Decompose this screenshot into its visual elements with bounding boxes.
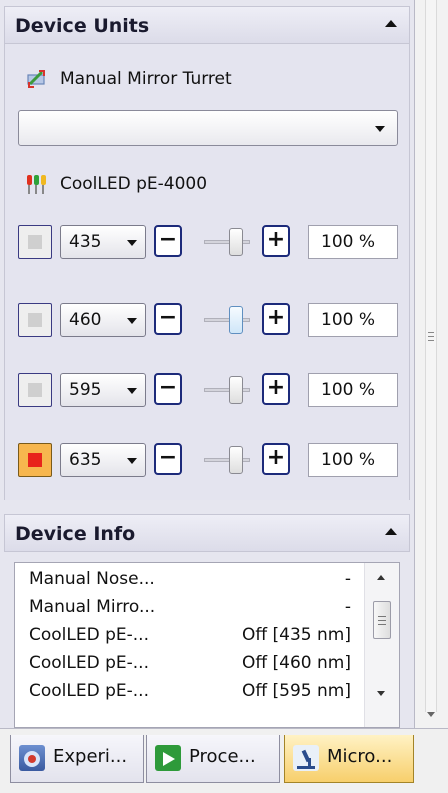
decrease-button[interactable]: − <box>154 373 182 405</box>
increase-button[interactable]: + <box>262 373 290 405</box>
chevron-down-icon <box>127 318 137 324</box>
device-name: CoolLED pE-... <box>29 653 149 673</box>
led-channel-row: 460 − + 100 % <box>18 300 402 340</box>
wavelength-dropdown[interactable]: 635 <box>60 443 146 477</box>
intensity-slider-track[interactable] <box>204 240 250 244</box>
scroll-up-arrow-icon[interactable] <box>377 575 385 580</box>
device-info-title: Device Info <box>15 523 136 545</box>
scroll-down-arrow-icon[interactable] <box>377 691 385 696</box>
collapse-arrow-icon[interactable] <box>385 528 397 535</box>
device-units-header[interactable]: Device Units <box>4 6 410 44</box>
wavelength-value: 635 <box>69 450 102 470</box>
turret-device-row: Manual Mirror Turret <box>26 68 232 90</box>
device-name: CoolLED pE-... <box>29 625 149 645</box>
intensity-slider-track[interactable] <box>204 458 250 462</box>
led-source-icon <box>27 175 46 194</box>
list-item: Manual Mirro... - <box>29 597 351 623</box>
wavelength-value: 435 <box>69 232 102 252</box>
wavelength-value: 595 <box>69 380 102 400</box>
device-info-list: Manual Nose... - Manual Mirro... - CoolL… <box>14 562 400 728</box>
chevron-down-icon <box>127 388 137 394</box>
channel-toggle[interactable] <box>18 373 52 407</box>
list-item: CoolLED pE-... Off [435 nm] <box>29 625 351 651</box>
led-source-label: CoolLED pE-4000 <box>60 174 208 194</box>
scrollbar-thumb[interactable] <box>373 601 391 639</box>
intensity-slider-thumb[interactable] <box>229 306 244 334</box>
device-name: CoolLED pE-... <box>29 681 149 701</box>
intensity-slider-thumb[interactable] <box>229 228 244 256</box>
device-status: Off [435 nm] <box>242 625 351 645</box>
list-item: CoolLED pE-... Off [595 nm] <box>29 681 351 707</box>
bottom-tab-bar: Experi... Proce... Micro... <box>0 728 448 793</box>
device-info-header[interactable]: Device Info <box>4 514 410 552</box>
decrease-button[interactable]: − <box>154 443 182 475</box>
increase-button[interactable]: + <box>262 303 290 335</box>
led-device-row: CoolLED pE-4000 <box>26 172 207 196</box>
chevron-down-icon <box>127 458 137 464</box>
play-icon <box>155 745 181 771</box>
device-status: - <box>344 569 351 589</box>
device-status: Off [595 nm] <box>242 681 351 701</box>
led-channel-row: 435 − + 100 % <box>18 222 402 262</box>
tab-label: Experi... <box>53 746 128 767</box>
channel-toggle-on[interactable] <box>18 443 52 477</box>
intensity-field[interactable]: 100 % <box>308 443 398 477</box>
increase-button[interactable]: + <box>262 443 290 475</box>
intensity-field[interactable]: 100 % <box>308 225 398 259</box>
led-channel-row: 595 − + 100 % <box>18 370 402 410</box>
side-strip <box>415 0 448 728</box>
microscope-icon <box>293 745 319 771</box>
device-panel: Device Units Manual Mirror Turret CoolLE… <box>0 0 415 728</box>
tab-experiment[interactable]: Experi... <box>10 735 144 783</box>
device-units-title: Device Units <box>15 15 150 37</box>
intensity-field[interactable]: 100 % <box>308 303 398 337</box>
tab-procedure[interactable]: Proce... <box>146 735 280 783</box>
led-channel-row: 635 − + 100 % <box>18 440 402 480</box>
panel-splitter[interactable] <box>425 0 437 712</box>
wavelength-dropdown[interactable]: 595 <box>60 373 146 407</box>
intensity-slider-track[interactable] <box>204 388 250 392</box>
device-name: Manual Mirro... <box>29 597 156 617</box>
device-status: Off [460 nm] <box>242 653 351 673</box>
tab-microscope[interactable]: Micro... <box>284 735 414 783</box>
turret-position-dropdown[interactable] <box>18 110 398 146</box>
device-status: - <box>344 597 351 617</box>
chevron-down-icon <box>127 240 137 246</box>
intensity-field[interactable]: 100 % <box>308 373 398 407</box>
decrease-button[interactable]: − <box>154 225 182 257</box>
increase-button[interactable]: + <box>262 225 290 257</box>
tab-label: Proce... <box>189 746 256 767</box>
experiment-icon <box>19 745 45 771</box>
turret-icon <box>27 70 45 88</box>
collapse-arrow-icon[interactable] <box>385 20 397 27</box>
intensity-slider-thumb[interactable] <box>229 446 244 474</box>
turret-label: Manual Mirror Turret <box>60 69 232 89</box>
info-scrollbar[interactable] <box>364 563 399 727</box>
wavelength-dropdown[interactable]: 460 <box>60 303 146 337</box>
list-item: Manual Nose... - <box>29 569 351 595</box>
wavelength-dropdown[interactable]: 435 <box>60 225 146 259</box>
channel-toggle[interactable] <box>18 225 52 259</box>
channel-toggle[interactable] <box>18 303 52 337</box>
scroll-down-arrow-icon[interactable] <box>427 712 435 717</box>
wavelength-value: 460 <box>69 310 102 330</box>
device-name: Manual Nose... <box>29 569 155 589</box>
chevron-down-icon <box>375 126 385 132</box>
intensity-slider-track[interactable] <box>204 318 250 322</box>
tab-label: Micro... <box>327 746 393 767</box>
intensity-slider-thumb[interactable] <box>229 376 244 404</box>
decrease-button[interactable]: − <box>154 303 182 335</box>
list-item: CoolLED pE-... Off [460 nm] <box>29 653 351 679</box>
